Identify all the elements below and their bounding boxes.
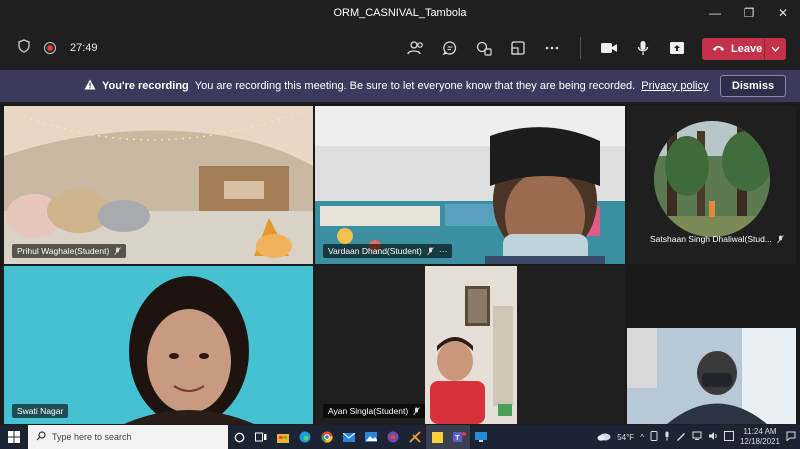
leave-button[interactable]: Leave bbox=[702, 38, 786, 60]
warning-icon bbox=[84, 79, 96, 93]
video-feed bbox=[425, 266, 517, 424]
language-icon[interactable] bbox=[723, 431, 734, 443]
rooms-icon[interactable] bbox=[508, 38, 528, 58]
weather-icon[interactable] bbox=[597, 432, 611, 443]
phone-hangup-icon bbox=[712, 43, 725, 55]
video-feed bbox=[4, 106, 313, 264]
taskbar-search-input[interactable]: Type here to search bbox=[28, 425, 228, 449]
mic-off-icon bbox=[777, 234, 784, 243]
shield-icon bbox=[18, 38, 30, 58]
minimize-icon[interactable]: — bbox=[698, 0, 732, 26]
title-bar: ORM_CASNIVAL_Tambola — ❐ ✕ bbox=[0, 0, 800, 26]
mic-off-icon bbox=[114, 246, 122, 255]
participant-name-tag: Swati Nagar bbox=[12, 404, 69, 418]
chrome-profile-icon[interactable] bbox=[382, 425, 404, 449]
display-icon[interactable] bbox=[470, 425, 492, 449]
chat-icon[interactable] bbox=[440, 38, 460, 58]
more-options-icon[interactable]: ··· bbox=[439, 246, 448, 256]
privacy-policy-link[interactable]: Privacy policy bbox=[641, 80, 708, 92]
svg-text:T: T bbox=[455, 435, 460, 442]
window-title: ORM_CASNIVAL_Tambola bbox=[333, 7, 467, 19]
camera-icon[interactable] bbox=[599, 38, 619, 58]
microphone-icon[interactable] bbox=[633, 38, 653, 58]
participant-tile[interactable]: Satshaan Singh Dhaliwal(Stud... bbox=[627, 106, 796, 264]
video-feed bbox=[627, 328, 796, 424]
recording-icon bbox=[44, 42, 56, 54]
reactions-icon[interactable] bbox=[474, 38, 494, 58]
weather-temp[interactable]: 54°F bbox=[617, 433, 634, 442]
participants-icon[interactable] bbox=[406, 38, 426, 58]
chrome-icon[interactable] bbox=[316, 425, 338, 449]
share-screen-icon[interactable] bbox=[667, 38, 687, 58]
self-view-tile[interactable] bbox=[627, 328, 796, 424]
volume-icon[interactable] bbox=[708, 431, 718, 443]
meeting-toolbar: 27:49 Leave bbox=[0, 26, 800, 70]
mail-icon[interactable] bbox=[338, 425, 360, 449]
edge-icon[interactable] bbox=[294, 425, 316, 449]
mic-off-icon bbox=[427, 246, 434, 255]
chevron-up-icon[interactable]: ^ bbox=[640, 433, 644, 442]
video-grid: Prihul Waghale(Student) Vardaan Dhand(St… bbox=[0, 104, 800, 424]
more-options-icon[interactable] bbox=[542, 38, 562, 58]
system-tray: 54°F ^ 11:24 AM 12/18/2021 bbox=[597, 425, 796, 449]
clock-date: 12/18/2021 bbox=[739, 437, 780, 446]
photos-icon[interactable] bbox=[360, 425, 382, 449]
snip-icon[interactable] bbox=[404, 425, 426, 449]
sticky-notes-icon[interactable] bbox=[426, 425, 448, 449]
clock-time: 11:24 AM bbox=[743, 427, 777, 436]
store-icon[interactable] bbox=[272, 425, 294, 449]
close-icon[interactable]: ✕ bbox=[766, 0, 800, 26]
pen-icon[interactable] bbox=[676, 431, 686, 443]
taskbar: Type here to search T 54°F ^ 11:24 AM 12… bbox=[0, 425, 800, 449]
restore-icon[interactable]: ❐ bbox=[732, 0, 766, 26]
banner-message: You are recording this meeting. Be sure … bbox=[194, 80, 636, 92]
camera-in-use-icon bbox=[650, 431, 658, 443]
participant-name-tag: Ayan Singla(Student) bbox=[323, 404, 426, 418]
window-controls: — ❐ ✕ bbox=[698, 0, 800, 26]
microphone-in-use-icon bbox=[664, 431, 670, 443]
participant-tile[interactable]: Prihul Waghale(Student) bbox=[4, 106, 313, 264]
video-feed bbox=[4, 266, 313, 424]
cortana-icon[interactable] bbox=[228, 425, 250, 449]
leave-label: Leave bbox=[731, 43, 763, 55]
participant-tile[interactable]: Vardaan Dhand(Student) ··· bbox=[315, 106, 625, 264]
system-clock[interactable]: 11:24 AM 12/18/2021 bbox=[740, 427, 780, 447]
meeting-timer: 27:49 bbox=[70, 42, 98, 54]
task-view-icon[interactable] bbox=[250, 425, 272, 449]
participant-tile[interactable]: Swati Nagar bbox=[4, 266, 313, 424]
participant-name-tag: Prihul Waghale(Student) bbox=[12, 244, 127, 258]
toolbar-divider bbox=[580, 37, 581, 59]
participant-name-tag: Satshaan Singh Dhaliwal(Stud... bbox=[645, 232, 789, 246]
search-icon bbox=[36, 431, 46, 443]
teams-icon[interactable]: T bbox=[448, 425, 470, 449]
windows-start-icon[interactable] bbox=[0, 425, 28, 449]
mic-off-icon bbox=[413, 406, 420, 415]
participant-tile[interactable]: Ayan Singla(Student) bbox=[315, 266, 625, 424]
banner-title: You're recording bbox=[102, 80, 189, 92]
video-feed bbox=[315, 106, 625, 264]
dismiss-button[interactable]: Dismiss bbox=[720, 75, 786, 97]
notifications-icon[interactable] bbox=[786, 431, 796, 443]
participant-name-tag: Vardaan Dhand(Student) ··· bbox=[323, 244, 453, 258]
recording-banner: You're recording You are recording this … bbox=[0, 70, 800, 102]
network-icon[interactable] bbox=[692, 431, 702, 443]
chevron-down-icon[interactable] bbox=[764, 38, 786, 60]
